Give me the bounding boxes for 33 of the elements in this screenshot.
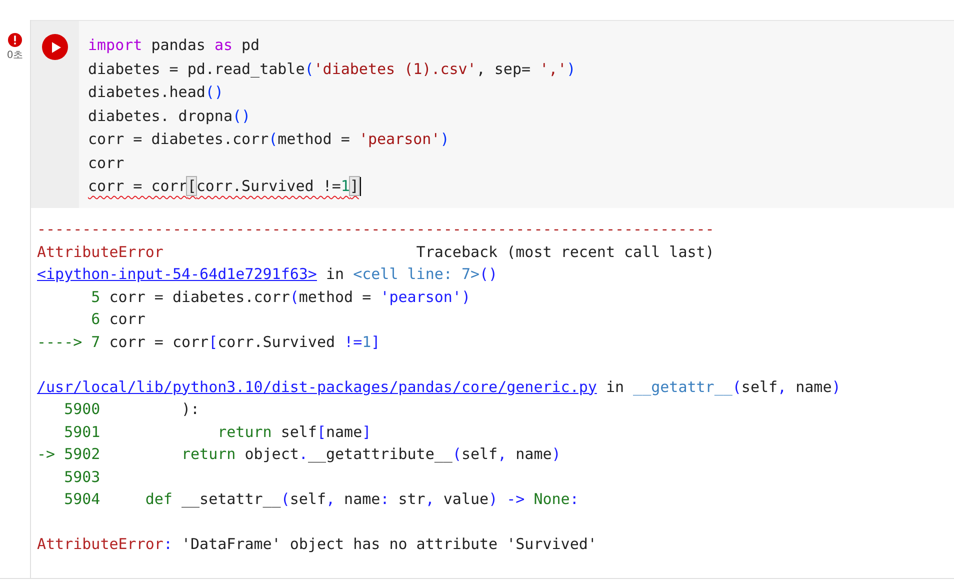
output-text: name (794, 378, 832, 396)
play-icon (52, 42, 60, 52)
output-line: AttributeError: 'DataFrame' object has no attribute 'Survived' (37, 534, 597, 555)
run-button[interactable] (42, 34, 68, 60)
output-text: ( (732, 378, 742, 396)
output-line: --------------------------------------------------------------------------- (37, 219, 714, 240)
output-line: 5 corr = diabetes.corr(method = 'pearson') (90, 286, 470, 308)
execution-time: 0초 (6, 49, 24, 62)
output-text: self (741, 378, 778, 396)
code-line: diabetes.head() (88, 82, 224, 103)
output-line: -> 5902 return object.__getattribute__(self, name) (37, 444, 561, 465)
output-line: 5901 return self[name] (63, 422, 372, 442)
output-line: 5903 (63, 466, 100, 488)
code-line: corr = corr[corr.Survived !=1] (88, 176, 361, 198)
code-line: corr (88, 152, 124, 174)
output-text: in (324, 265, 346, 283)
file-link[interactable]: <ipython-input-54-64d1e7291f63> (37, 265, 317, 283)
output-text: () (480, 265, 498, 283)
output-text: , (778, 378, 787, 396)
code-line: import pandas as pd (88, 35, 260, 56)
code-line: diabetes. dropna() (88, 106, 251, 126)
output-text: in (604, 378, 626, 396)
output-line: 5900 ): (63, 399, 200, 420)
output-line: 6 corr (90, 309, 146, 330)
output-line: AttributeError Traceback (most recent call last) (37, 242, 714, 262)
output-text: __getattr__ (633, 378, 732, 396)
output-text: ) (832, 378, 841, 396)
output-line: 5904 def __setattr__(self, name: str, value) -> None: (63, 489, 579, 510)
output-text: <cell line: 7> (353, 265, 480, 283)
output-line: ----> 7 corr = corr[corr.Survived !=1] (37, 332, 380, 352)
code-line: corr = diabetes.corr(method = 'pearson') (88, 129, 450, 150)
code-line: diabetes = pd.read_table('diabetes (1).csv', sep= ',') (88, 58, 576, 80)
file-link[interactable]: /usr/local/lib/python3.10/dist-packages/pandas/core/generic.py (37, 378, 597, 396)
